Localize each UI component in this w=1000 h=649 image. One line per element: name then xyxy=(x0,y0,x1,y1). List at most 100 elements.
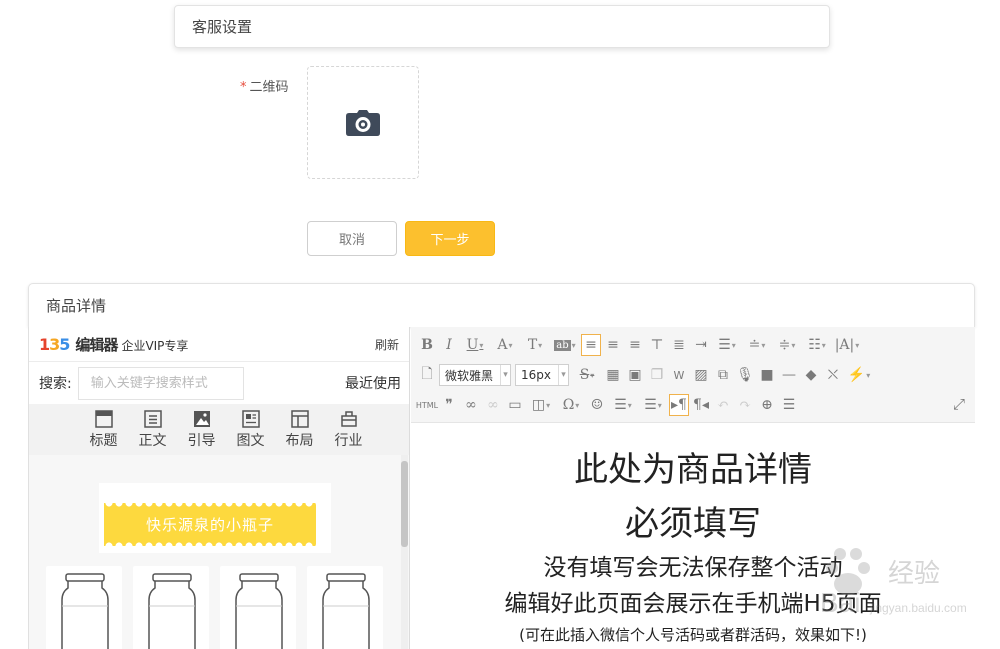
logo-editor-name: 编辑器 xyxy=(75,335,118,354)
template-jar-card[interactable] xyxy=(46,566,122,649)
background-color-icon[interactable]: ab xyxy=(551,334,579,356)
content-line-5: (可在此插入微信个人号活码或者群活码，效果如下!) xyxy=(519,626,867,644)
refresh-link[interactable]: 刷新 xyxy=(375,336,399,353)
undo-icon[interactable]: ↶ xyxy=(713,394,733,416)
redo-icon[interactable]: ↷ xyxy=(735,394,755,416)
video-icon[interactable]: ■ xyxy=(757,364,777,386)
template-categories: 标题 正文 引导 图文 布局 行业 xyxy=(29,404,409,455)
align-left-icon[interactable]: ≡ xyxy=(581,334,601,356)
qr-code-label-text: 二维码 xyxy=(249,80,289,95)
bold-icon[interactable]: B xyxy=(417,334,437,356)
font-family-select[interactable]: 微软雅黑 ▾ xyxy=(439,364,511,386)
camera-icon xyxy=(346,109,380,136)
category-industry[interactable]: 行业 xyxy=(324,410,373,450)
jar-icon xyxy=(235,573,283,649)
list-indent-icon[interactable]: ☷ xyxy=(803,334,831,356)
next-step-button[interactable]: 下一步 xyxy=(405,221,495,256)
product-detail-header: 商品详情 xyxy=(28,283,975,327)
search-replace-icon[interactable]: ⊕ xyxy=(757,394,777,416)
editor-toolbar: B I U A T ab ≡ ≡ ≡ ⊤ ≣ ⇥ ☰ ≐ ≑ ☷ |A| 🗋 微… xyxy=(411,327,975,423)
industry-icon xyxy=(340,410,357,427)
paragraph-spacing-top-icon[interactable]: ≐ xyxy=(743,334,771,356)
image-icon[interactable]: ▨ xyxy=(691,364,711,386)
special-char-icon[interactable]: Ω xyxy=(557,394,585,416)
link-icon[interactable]: ∞ xyxy=(461,394,481,416)
template-scrollbar[interactable] xyxy=(401,455,408,649)
category-image-text-label: 图文 xyxy=(236,432,265,449)
text-size-icon[interactable]: T xyxy=(521,334,549,356)
new-document-icon[interactable]: 🗋 xyxy=(417,364,437,386)
justify-icon[interactable]: ≣ xyxy=(669,334,689,356)
html-source-icon[interactable]: HTML xyxy=(416,394,438,416)
template-list[interactable]: 快乐源泉的小瓶子 xyxy=(29,455,409,649)
logo-digit-3: 5 xyxy=(59,334,70,354)
image-icon xyxy=(193,410,210,427)
category-guide-label: 引导 xyxy=(187,432,216,449)
title-icon xyxy=(94,409,113,428)
scrollbar-thumb[interactable] xyxy=(401,461,408,547)
qr-code-upload[interactable] xyxy=(307,66,419,179)
text-icon xyxy=(143,409,162,428)
rtl-icon[interactable]: ¶◂ xyxy=(691,394,711,416)
underline-icon[interactable]: U xyxy=(461,334,489,356)
category-text[interactable]: 正文 xyxy=(128,409,177,450)
format-brush-icon[interactable]: ⛌ xyxy=(823,364,843,386)
fullscreen-icon[interactable]: ⤢ xyxy=(953,395,965,413)
indent-icon[interactable]: ⇥ xyxy=(691,334,711,356)
unlink-icon[interactable]: ∞ xyxy=(483,394,503,416)
italic-icon[interactable]: I xyxy=(439,334,459,356)
insert-image-icon[interactable]: ▣ xyxy=(625,364,645,386)
banner-scallop-bottom xyxy=(104,540,316,546)
layout-icon xyxy=(290,409,309,428)
font-color-icon[interactable]: A xyxy=(491,334,519,356)
strikethrough-icon[interactable]: S xyxy=(573,364,601,386)
customer-service-header: 客服设置 xyxy=(174,5,830,48)
jar-icon xyxy=(61,573,109,649)
magic-wand-icon[interactable]: ⚡ xyxy=(845,364,873,386)
template-jar-card[interactable] xyxy=(220,566,296,649)
search-label: 搜索: xyxy=(39,376,72,392)
ordered-list-icon[interactable]: ☰ xyxy=(609,394,637,416)
editor-content[interactable]: 此处为商品详情 必须填写 没有填写会无法保存整个活动 编辑好此页面会展示在手机端… xyxy=(411,423,975,649)
customer-service-title: 客服设置 xyxy=(192,18,253,36)
line-spacing-icon[interactable]: ☰ xyxy=(713,334,741,356)
emoji-icon[interactable]: ☺ xyxy=(587,394,607,416)
recent-used-link[interactable]: 最近使用 xyxy=(345,373,401,393)
horizontal-rule-icon[interactable]: — xyxy=(779,364,799,386)
category-layout-label: 布局 xyxy=(285,432,314,449)
category-image-text[interactable]: 图文 xyxy=(226,409,275,450)
template-topbar: 135 编辑器 企业VIP专享 刷新 xyxy=(29,327,409,362)
category-layout[interactable]: 布局 xyxy=(275,409,324,450)
quote-icon[interactable]: ❞ xyxy=(439,394,459,416)
template-jar-card[interactable] xyxy=(307,566,383,649)
logo-digit-1: 1 xyxy=(39,334,50,354)
align-right-icon[interactable]: ≡ xyxy=(625,334,645,356)
cancel-button[interactable]: 取消 xyxy=(307,221,397,256)
category-guide[interactable]: 引导 xyxy=(177,410,226,450)
align-top-icon[interactable]: ⊤ xyxy=(647,334,667,356)
tag-icon[interactable]: ◆ xyxy=(801,364,821,386)
toolbar-row-1: B I U A T ab ≡ ≡ ≡ ⊤ ≣ ⇥ ☰ ≐ ≑ ☷ |A| xyxy=(417,332,863,358)
toggle-box-icon[interactable]: ▭ xyxy=(505,394,525,416)
microphone-icon[interactable]: 🎙 xyxy=(735,364,755,386)
template-jar-card[interactable] xyxy=(133,566,209,649)
image-gallery-icon[interactable]: ⧉ xyxy=(713,364,733,386)
word-icon[interactable]: W xyxy=(669,364,689,386)
category-title[interactable]: 标题 xyxy=(79,409,128,450)
ltr-icon[interactable]: ▸¶ xyxy=(669,394,689,416)
category-text-label: 正文 xyxy=(138,432,167,449)
multi-image-icon[interactable]: ❐ xyxy=(647,364,667,386)
align-center-icon[interactable]: ≡ xyxy=(603,334,623,356)
paragraph-spacing-bottom-icon[interactable]: ≑ xyxy=(773,334,801,356)
insert-frame-icon[interactable]: ◫ xyxy=(527,394,555,416)
clear-format-icon[interactable]: ☰ xyxy=(779,394,799,416)
qr-code-label: * 二维码 xyxy=(240,76,289,95)
font-family-value: 微软雅黑 xyxy=(445,368,494,383)
font-size-select[interactable]: 16px ▾ xyxy=(515,364,569,386)
vip-badge: 企业VIP专享 xyxy=(121,339,189,353)
letter-spacing-icon[interactable]: |A| xyxy=(833,334,861,356)
table-icon[interactable]: ▦ xyxy=(603,364,623,386)
template-search-input[interactable] xyxy=(77,366,244,400)
category-title-label: 标题 xyxy=(89,432,118,449)
unordered-list-icon[interactable]: ☰ xyxy=(639,394,667,416)
